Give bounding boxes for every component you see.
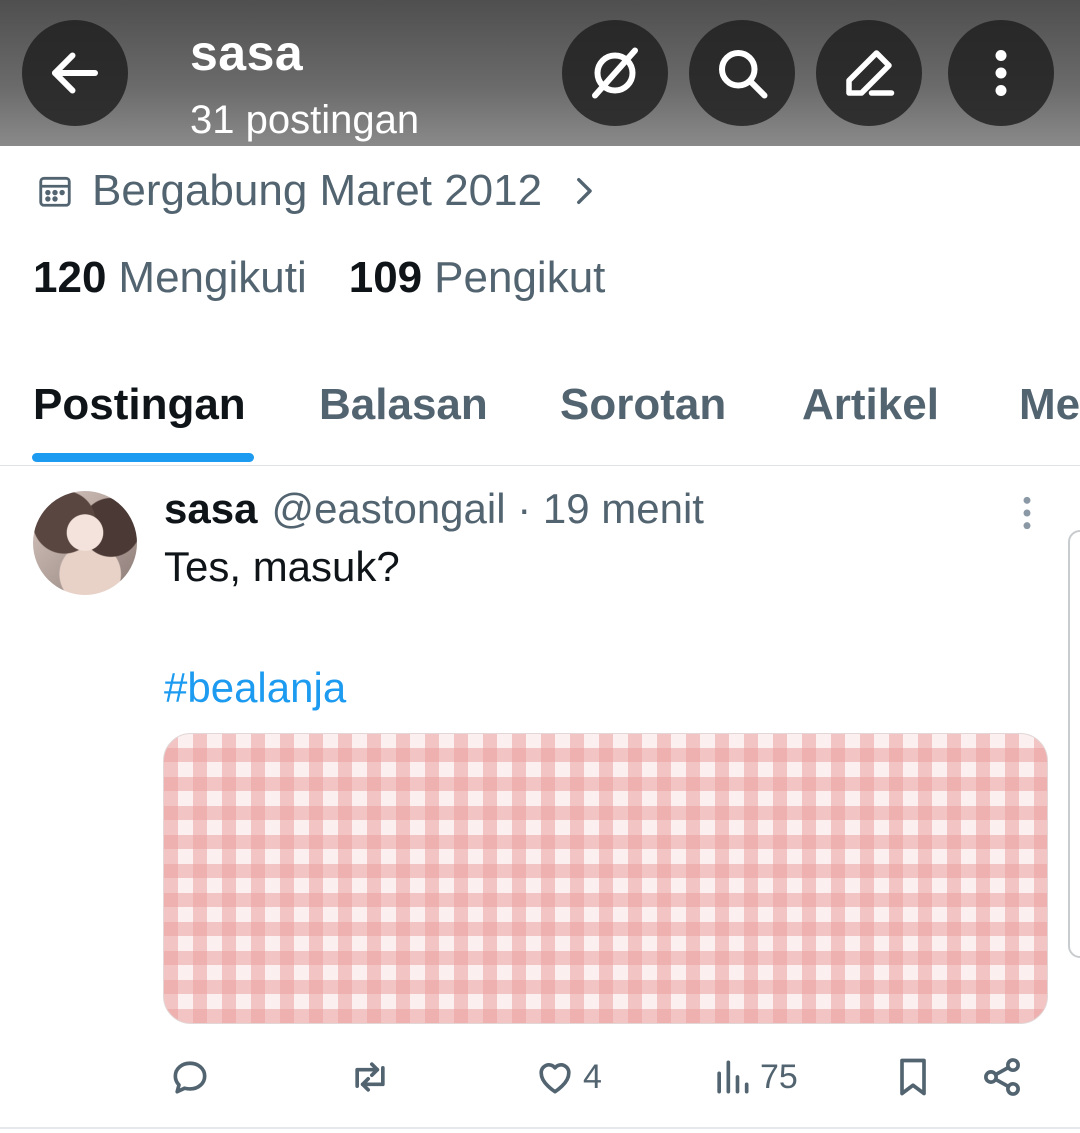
following-link[interactable]: 120 Mengikuti xyxy=(33,253,307,303)
edit-button[interactable] xyxy=(816,20,922,126)
post-divider xyxy=(0,1127,1080,1129)
views-chart-icon xyxy=(717,1060,749,1094)
tab-media[interactable]: Me xyxy=(1019,380,1080,430)
grok-button[interactable] xyxy=(562,20,668,126)
tab-sorotan[interactable]: Sorotan xyxy=(560,380,726,430)
joined-date-text: Bergabung Maret 2012 xyxy=(92,166,543,215)
heart-icon xyxy=(539,1063,571,1094)
more-vertical-icon xyxy=(995,50,1007,96)
repost-button[interactable] xyxy=(348,1054,398,1100)
reply-icon xyxy=(173,1061,207,1094)
calendar-icon xyxy=(39,176,71,207)
search-icon xyxy=(719,50,768,99)
post-author-handle[interactable]: @eastongail xyxy=(271,485,505,532)
back-button[interactable] xyxy=(22,20,128,126)
reply-button[interactable] xyxy=(168,1054,218,1100)
profile-header: sasa 31 postingan xyxy=(0,0,1080,146)
avatar[interactable] xyxy=(33,491,137,595)
post-hashtag-link[interactable]: #bealanja xyxy=(164,664,346,712)
like-count: 4 xyxy=(583,1057,602,1096)
share-icon xyxy=(984,1058,1020,1096)
profile-tabs: Postingan Balasan Sorotan Artikel Me xyxy=(0,370,1080,466)
joined-date-row[interactable]: Bergabung Maret 2012 xyxy=(36,160,600,222)
post-text: Tes, masuk? xyxy=(164,543,400,590)
following-count: 120 xyxy=(33,253,107,302)
follow-stats: 120 Mengikuti 109 Pengikut xyxy=(33,253,647,303)
back-arrow-icon xyxy=(52,52,98,94)
share-button[interactable] xyxy=(980,1054,1024,1100)
post-header: sasa @eastongail · 19 menit xyxy=(164,485,704,533)
header-post-count: 31 postingan xyxy=(190,98,420,142)
side-panel-handle[interactable] xyxy=(1068,530,1080,958)
followers-link[interactable]: 109 Pengikut xyxy=(349,253,606,303)
more-options-button[interactable] xyxy=(948,20,1054,126)
edit-icon xyxy=(846,50,895,96)
like-button[interactable]: 4 xyxy=(533,1054,602,1100)
tab-artikel[interactable]: Artikel xyxy=(802,380,939,430)
active-tab-indicator xyxy=(32,453,254,462)
header-profile-name: sasa xyxy=(190,25,304,81)
following-label: Mengikuti xyxy=(118,253,307,302)
repost-icon xyxy=(355,1062,385,1092)
post-image-gingham[interactable] xyxy=(163,733,1048,1024)
tab-balasan[interactable]: Balasan xyxy=(319,380,488,430)
post-more-icon[interactable] xyxy=(1008,494,1046,532)
views-button[interactable]: 75 xyxy=(710,1054,798,1100)
followers-label: Pengikut xyxy=(434,253,606,302)
post-timestamp: · 19 menit xyxy=(517,485,704,532)
post-author-name[interactable]: sasa xyxy=(164,485,257,532)
bookmark-icon xyxy=(900,1058,926,1096)
followers-count: 109 xyxy=(348,253,423,302)
views-count: 75 xyxy=(760,1057,798,1096)
bookmark-button[interactable] xyxy=(891,1054,935,1100)
chevron-right-icon xyxy=(577,177,592,205)
tab-postingan[interactable]: Postingan xyxy=(33,380,246,430)
search-button[interactable] xyxy=(689,20,795,126)
grok-icon xyxy=(592,47,638,99)
